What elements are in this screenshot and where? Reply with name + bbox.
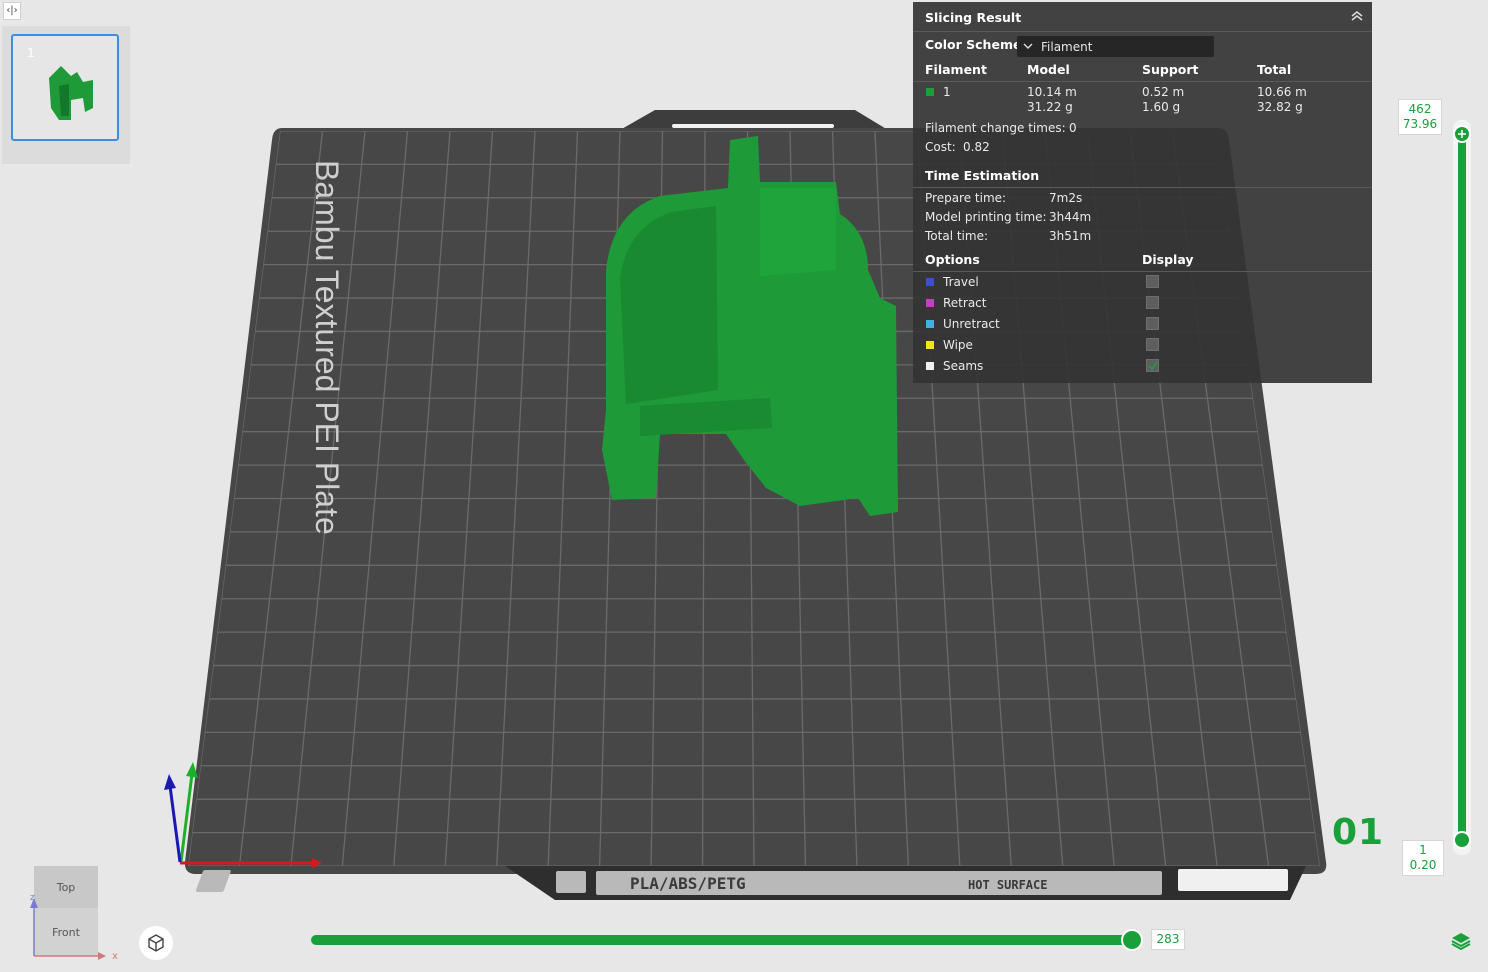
total-time-label: Total time: xyxy=(925,229,988,243)
color-scheme-value: Filament xyxy=(1041,40,1093,54)
plate-material-label: PLA/ABS/PETG xyxy=(630,874,746,893)
cost-value: 0.82 xyxy=(963,140,990,154)
model-printing-time-label: Model printing time: xyxy=(925,210,1047,224)
plate-index-display: 01 xyxy=(1332,812,1385,853)
move-slider-track[interactable] xyxy=(311,935,1134,945)
bezel-slot-3 xyxy=(1178,869,1288,891)
option-wipe-label: Wipe xyxy=(943,338,973,352)
option-retract-label: Retract xyxy=(943,296,987,310)
bottom-layer-height: 0.20 xyxy=(1409,858,1437,872)
prepare-time-label: Prepare time: xyxy=(925,191,1007,205)
layer-slider-top-handle[interactable] xyxy=(1453,125,1471,143)
color-scheme-label: Color Scheme xyxy=(925,37,1022,52)
travel-swatch xyxy=(926,278,934,286)
view-reset-icon xyxy=(148,934,164,952)
plus-icon xyxy=(1458,130,1466,138)
plate-hot-surface-label: HOT SURFACE xyxy=(968,878,1047,892)
col-total-header: Total xyxy=(1257,62,1292,77)
total-length: 10.66 m xyxy=(1257,85,1307,99)
retract-swatch xyxy=(926,299,934,307)
panel-title: Slicing Result xyxy=(925,10,1022,25)
unretract-swatch xyxy=(926,320,934,328)
color-scheme-dropdown[interactable]: Filament xyxy=(1017,36,1214,57)
cost-label: Cost: xyxy=(925,140,956,154)
collapse-panel-icon[interactable] xyxy=(1350,10,1364,22)
model-printing-time-value: 3h44m xyxy=(1049,210,1092,224)
option-seams-label: Seams xyxy=(943,359,984,373)
total-time-value: 3h51m xyxy=(1049,229,1092,243)
prepare-time-value: 7m2s xyxy=(1049,191,1083,205)
bezel-slot-2 xyxy=(556,871,586,893)
option-travel-checkbox[interactable] xyxy=(1146,275,1159,288)
checkmark-icon xyxy=(1148,361,1158,371)
filament-change-label: Filament change times: xyxy=(925,121,1066,135)
move-slider-value: 283 xyxy=(1151,929,1185,950)
layer-slider-bottom-handle[interactable] xyxy=(1453,831,1471,849)
layer-slider-top-label: 462 73.96 xyxy=(1398,99,1442,135)
col-support-header: Support xyxy=(1142,62,1199,77)
top-layer-height: 73.96 xyxy=(1402,117,1438,131)
move-slider-handle[interactable] xyxy=(1121,929,1143,951)
axis-z-arrow xyxy=(164,774,176,790)
support-weight: 1.60 g xyxy=(1142,100,1181,114)
layer-slider-bottom-label: 1 0.20 xyxy=(1402,840,1444,876)
filament-color-swatch xyxy=(926,88,934,96)
option-wipe-checkbox[interactable] xyxy=(1146,338,1159,351)
model-length: 10.14 m xyxy=(1027,85,1077,99)
wipe-swatch xyxy=(926,341,934,349)
chevron-down-icon xyxy=(1023,43,1033,49)
top-layer-number: 462 xyxy=(1408,102,1432,116)
display-title: Display xyxy=(1142,252,1194,267)
filament-change-value: 0 xyxy=(1069,121,1077,135)
col-filament-header: Filament xyxy=(925,62,987,77)
model-weight: 31.22 g xyxy=(1027,100,1073,114)
option-seams-checkbox[interactable] xyxy=(1146,359,1159,372)
col-model-header: Model xyxy=(1027,62,1070,77)
support-length: 0.52 m xyxy=(1142,85,1185,99)
bed-back-slot xyxy=(672,124,834,128)
thumbnail-model-icon xyxy=(49,66,93,120)
axis-x-label: x xyxy=(112,951,118,962)
axis-z xyxy=(168,785,182,863)
option-retract-checkbox[interactable] xyxy=(1146,296,1159,309)
option-unretract-checkbox[interactable] xyxy=(1146,317,1159,330)
total-weight: 32.82 g xyxy=(1257,100,1303,114)
reset-view-button[interactable] xyxy=(139,926,173,960)
options-title: Options xyxy=(925,252,980,267)
bottom-layer-number: 1 xyxy=(1419,843,1427,857)
slicing-result-panel: Slicing Result Color Scheme Filament Fil… xyxy=(913,2,1372,383)
axis-z-label: z xyxy=(30,893,35,903)
plate-thumbnail[interactable]: 1 xyxy=(11,34,119,141)
plate-thumbnail-panel: 1 xyxy=(2,26,130,164)
layers-icon[interactable] xyxy=(1450,931,1472,951)
option-unretract-label: Unretract xyxy=(943,317,1000,331)
seams-swatch xyxy=(926,362,934,370)
option-travel-label: Travel xyxy=(943,275,979,289)
plate-name-label: Bambu Textured PEI Plate xyxy=(309,160,345,535)
view-cube-axes: x z xyxy=(30,893,118,962)
sidebar-collapse-button[interactable]: ‹|› xyxy=(3,2,21,20)
layer-slider-track[interactable] xyxy=(1458,134,1466,840)
filament-id: 1 xyxy=(943,85,951,99)
time-estimation-title: Time Estimation xyxy=(925,168,1040,183)
